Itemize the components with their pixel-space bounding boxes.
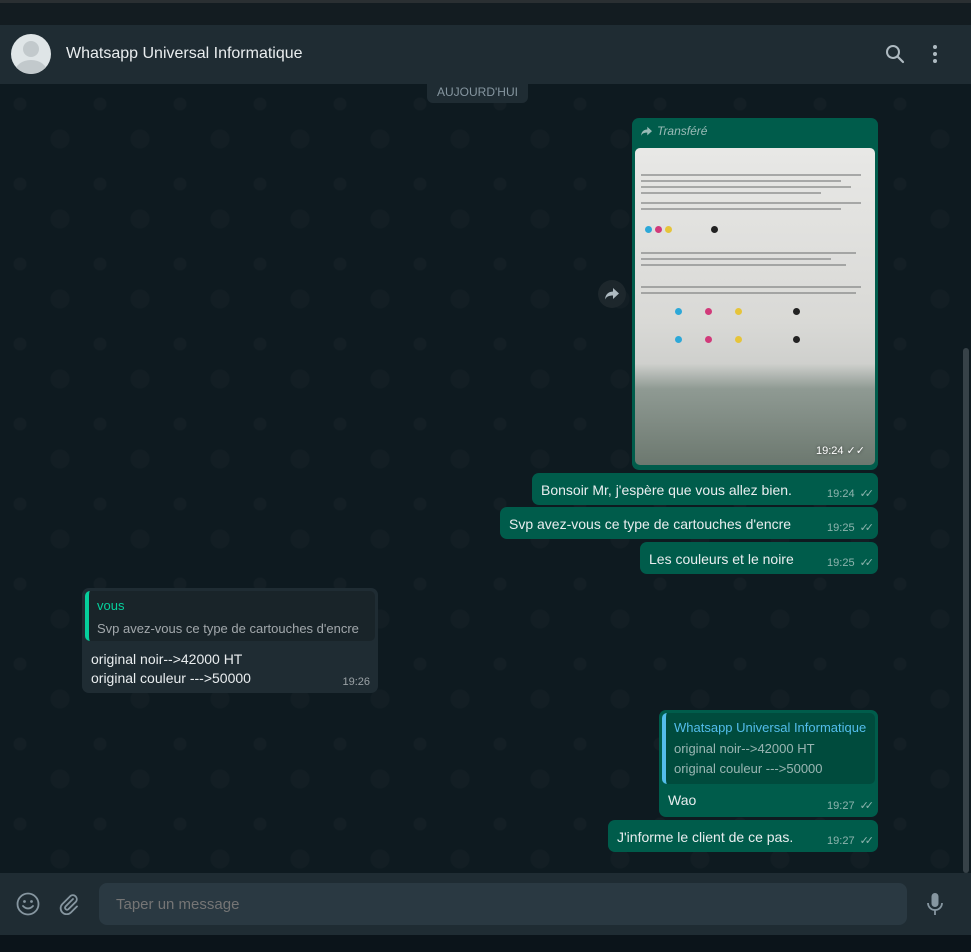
contact-name[interactable]: Whatsapp Universal Informatique (66, 45, 303, 63)
message-meta: 19:27 ✓✓ (827, 834, 875, 848)
ink-cartridge-photo[interactable]: 19:24 ✓✓ (635, 148, 875, 465)
window-top-strip (0, 0, 971, 25)
message-meta: 19:24 ✓✓ (827, 487, 875, 501)
chat-header: Whatsapp Universal Informatique (0, 25, 971, 84)
message-bubble[interactable]: J'informe le client de ce pas. 19:27 ✓✓ (608, 820, 878, 852)
message-meta: 19:26 (342, 676, 370, 688)
mic-icon[interactable] (922, 891, 948, 917)
quoted-message[interactable]: vous Svp avez-vous ce type de cartouches… (85, 591, 375, 641)
day-separator: AUJOURD'HUI (427, 84, 528, 103)
attach-icon[interactable] (56, 891, 82, 917)
window-bottom-strip (0, 935, 971, 952)
forward-icon (641, 126, 652, 136)
search-icon[interactable] (883, 42, 907, 66)
quoted-message[interactable]: Whatsapp Universal Informatique original… (662, 713, 875, 784)
message-meta: 19:25 ✓✓ (827, 521, 875, 535)
avatar[interactable] (11, 34, 51, 74)
read-receipt-icon: ✓✓ (859, 557, 875, 569)
message-text: J'informe le client de ce pas. (617, 829, 794, 845)
message-text: Svp avez-vous ce type de cartouches d'en… (509, 516, 792, 532)
message-text: Wao (668, 792, 697, 808)
message-meta: 19:25 ✓✓ (827, 556, 875, 570)
message-text: Bonsoir Mr, j'espère que vous allez bien… (541, 482, 792, 498)
read-receipt-icon: ✓✓ (859, 800, 875, 812)
message-text: Les couleurs et le noire (649, 551, 794, 567)
message-bubble[interactable]: vous Svp avez-vous ce type de cartouches… (82, 588, 378, 693)
message-composer (0, 873, 971, 935)
read-receipt-icon: ✓✓ (859, 522, 875, 534)
quote-author: vous (97, 598, 125, 613)
message-input[interactable] (99, 883, 907, 925)
forwarded-label: Transféré (640, 124, 707, 138)
quote-author: Whatsapp Universal Informatique (674, 720, 867, 735)
message-meta: 19:27 ✓✓ (827, 799, 875, 813)
quote-text: Svp avez-vous ce type de cartouches d'en… (97, 621, 359, 636)
message-bubble[interactable]: Bonsoir Mr, j'espère que vous allez bien… (532, 473, 878, 505)
chat-panel[interactable]: AUJOURD'HUI Transféré 19:24 ✓✓ Bonsoir M… (0, 84, 971, 873)
image-timestamp: 19:24 ✓✓ (815, 445, 865, 457)
read-receipt-icon: ✓✓ (859, 835, 875, 847)
message-bubble[interactable]: Whatsapp Universal Informatique original… (659, 710, 878, 817)
forward-button[interactable] (598, 280, 626, 308)
menu-icon[interactable] (923, 42, 947, 66)
chat-scrollbar[interactable] (963, 348, 969, 873)
message-bubble[interactable]: Svp avez-vous ce type de cartouches d'en… (500, 507, 878, 539)
image-message[interactable]: Transféré 19:24 ✓✓ (632, 118, 878, 470)
read-receipt-icon: ✓✓ (859, 488, 875, 500)
quote-text: original noir-->42000 HT original couleu… (674, 741, 823, 776)
message-bubble[interactable]: Les couleurs et le noire 19:25 ✓✓ (640, 542, 878, 574)
message-text: original noir-->42000 HT original couleu… (91, 651, 251, 686)
emoji-icon[interactable] (15, 891, 41, 917)
